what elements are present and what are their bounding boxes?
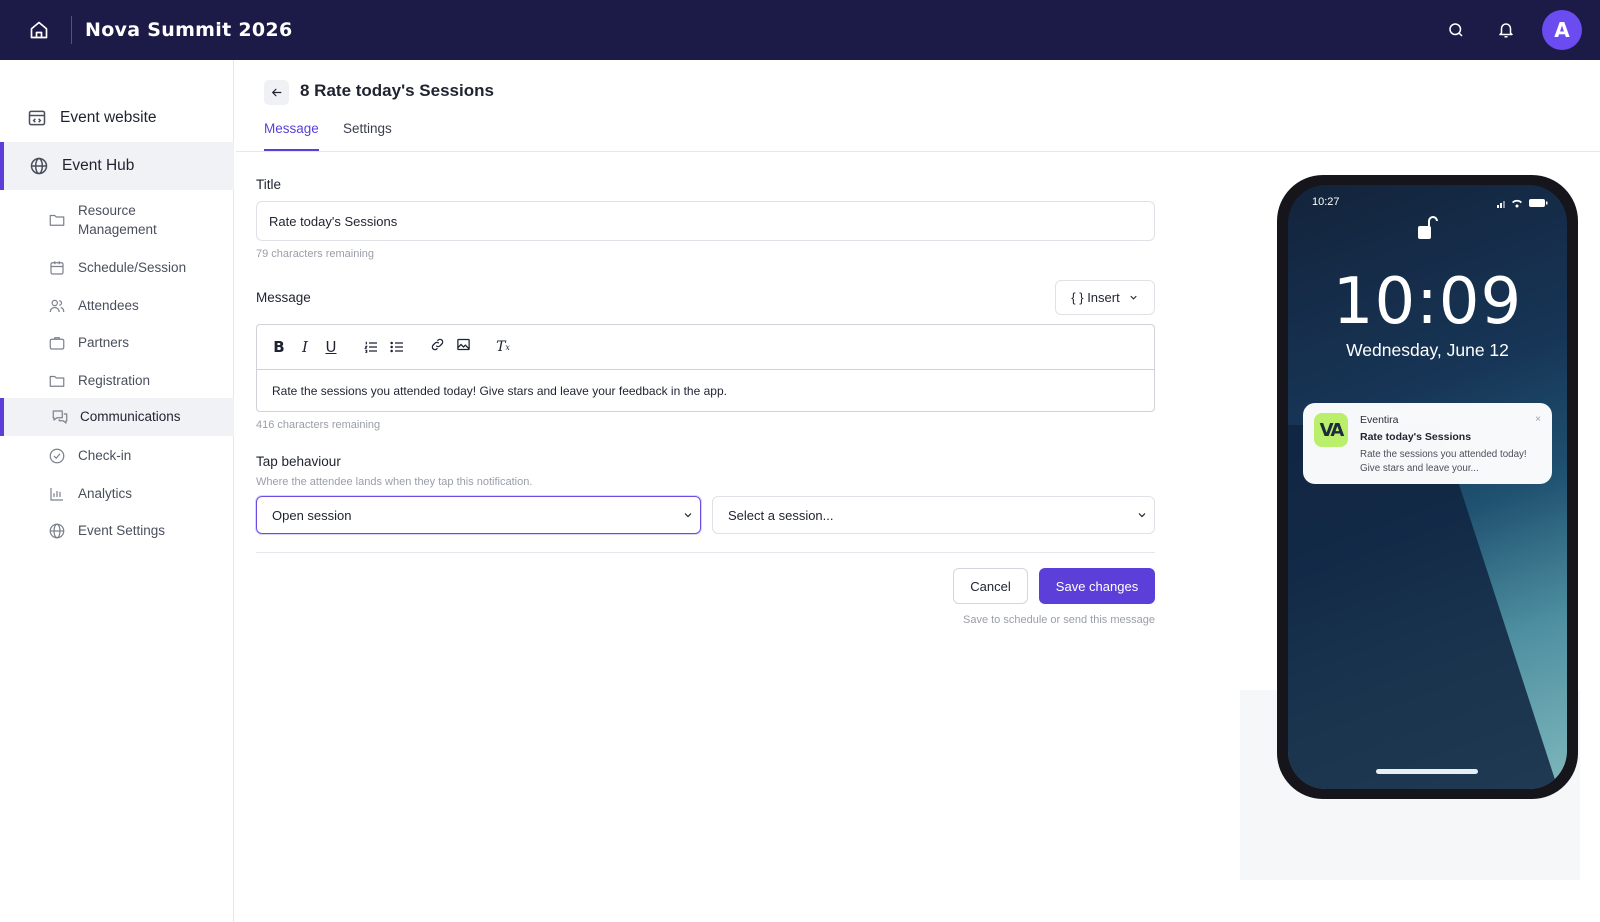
bell-icon bbox=[1499, 23, 1513, 38]
chevron-down-icon bbox=[1138, 513, 1146, 518]
phone-lock-screen: 10:27 10:09 Wednesday, June 12 VA Eventi… bbox=[1288, 185, 1567, 789]
cancel-button[interactable]: Cancel bbox=[953, 568, 1028, 604]
home-icon bbox=[30, 21, 48, 39]
notification-body: Rate the sessions you attended today! Gi… bbox=[1360, 449, 1527, 474]
ordered-list-icon[interactable] bbox=[361, 337, 381, 357]
lock-screen-time: 10:09 bbox=[1332, 265, 1523, 339]
message-editor-content[interactable]: Rate the sessions you attended today! Gi… bbox=[272, 384, 727, 398]
sidebar-item-resource-management[interactable]: Resource Management bbox=[0, 196, 234, 244]
top-bar: Nova Summit 2026 A bbox=[0, 0, 1600, 60]
sidebar-item-event-website[interactable]: Event website bbox=[0, 94, 234, 142]
sidebar: Event website Event Hub Resource Manageme… bbox=[0, 60, 234, 922]
close-icon: × bbox=[1535, 414, 1541, 425]
sidebar-item-registration[interactable]: Registration bbox=[0, 363, 234, 399]
save-changes-button[interactable]: Save changes bbox=[1039, 568, 1155, 604]
sidebar-item-partners[interactable]: Partners bbox=[0, 325, 234, 361]
phone-preview: 10:27 10:09 Wednesday, June 12 VA Eventi… bbox=[1277, 175, 1578, 799]
tap-action-select[interactable]: Open session bbox=[256, 496, 701, 534]
sidebar-item-event-settings[interactable]: Event Settings bbox=[0, 513, 234, 549]
sidebar-item-label: Event website bbox=[60, 109, 157, 126]
search-icon bbox=[1449, 23, 1463, 37]
folder-icon bbox=[49, 375, 65, 387]
link-icon[interactable] bbox=[427, 334, 447, 354]
sidebar-item-label: Resource Management bbox=[78, 203, 157, 237]
bold-icon[interactable]: B bbox=[269, 337, 289, 357]
session-select[interactable]: Select a session... bbox=[712, 496, 1155, 534]
sidebar-item-label: Event Hub bbox=[62, 157, 135, 174]
title-input[interactable]: Rate today's Sessions bbox=[256, 201, 1155, 241]
event-title: Nova Summit 2026 bbox=[85, 19, 293, 41]
message-editor: B I U Tx Rate the sessions you attended … bbox=[256, 324, 1155, 412]
sidebar-item-analytics[interactable]: Analytics bbox=[0, 476, 234, 512]
globe-icon bbox=[49, 523, 65, 539]
user-avatar[interactable]: A bbox=[1542, 10, 1582, 50]
tap-behaviour-label: Tap behaviour bbox=[256, 454, 341, 469]
notification-app-name: Eventira bbox=[1360, 414, 1399, 426]
check-circle-icon bbox=[49, 448, 65, 464]
tab-message[interactable]: Message bbox=[264, 121, 319, 151]
home-indicator bbox=[1376, 769, 1478, 774]
lock-screen-date: Wednesday, June 12 bbox=[1346, 340, 1509, 360]
sidebar-item-label: Communications bbox=[80, 409, 181, 424]
sidebar-item-communications[interactable]: Communications bbox=[0, 398, 234, 436]
tabs-divider bbox=[236, 151, 1600, 152]
notification-title: Rate today's Sessions bbox=[1360, 431, 1472, 443]
form-divider bbox=[256, 552, 1155, 553]
arrow-left-icon bbox=[271, 88, 282, 97]
message-label: Message bbox=[256, 290, 311, 305]
message-char-count: 416 characters remaining bbox=[256, 419, 381, 431]
clear-format-icon[interactable]: Tx bbox=[493, 337, 513, 357]
chevron-down-icon bbox=[1130, 295, 1137, 300]
sidebar-item-check-in[interactable]: Check-in bbox=[0, 438, 234, 474]
save-hint: Save to schedule or send this message bbox=[962, 614, 1155, 626]
underline-icon[interactable]: U bbox=[321, 337, 341, 357]
sidebar-item-label: Event Settings bbox=[78, 523, 166, 538]
editor-toolbar: B I U Tx bbox=[257, 325, 1154, 370]
page-title: 8 Rate today's Sessions bbox=[300, 81, 494, 100]
phone-status-time: 10:27 bbox=[1312, 196, 1340, 208]
website-icon bbox=[28, 110, 46, 126]
folder-icon bbox=[49, 214, 65, 226]
bar-chart-icon bbox=[50, 488, 63, 501]
title-char-count: 79 characters remaining bbox=[256, 248, 375, 260]
back-button[interactable] bbox=[264, 80, 289, 105]
sidebar-item-schedule-session[interactable]: Schedule/Session bbox=[0, 250, 234, 286]
sidebar-item-attendees[interactable]: Attendees bbox=[0, 288, 234, 324]
session-select-placeholder: Select a session... bbox=[728, 507, 834, 523]
chat-icon bbox=[52, 410, 68, 424]
title-label: Title bbox=[256, 177, 282, 192]
tap-behaviour-hint: Where the attendee lands when they tap t… bbox=[256, 476, 533, 488]
sidebar-item-label: Partners bbox=[78, 335, 130, 350]
users-icon bbox=[49, 299, 65, 313]
tap-action-value: Open session bbox=[272, 507, 352, 523]
insert-variable-button[interactable]: { } Insert bbox=[1055, 280, 1155, 315]
italic-icon[interactable]: I bbox=[295, 337, 315, 357]
sidebar-item-label: Schedule/Session bbox=[78, 260, 187, 275]
sidebar-item-event-hub[interactable]: Event Hub bbox=[0, 142, 234, 190]
sidebar-item-label: Registration bbox=[78, 373, 151, 388]
calendar-icon bbox=[50, 261, 64, 275]
topbar-divider bbox=[71, 16, 72, 44]
briefcase-icon bbox=[49, 337, 65, 350]
app-logo: VA bbox=[1314, 413, 1348, 447]
search-button[interactable] bbox=[1438, 12, 1474, 48]
status-icons bbox=[1497, 199, 1548, 208]
notifications-button[interactable] bbox=[1488, 12, 1524, 48]
bullet-list-icon[interactable] bbox=[387, 337, 407, 357]
home-button[interactable] bbox=[15, 6, 63, 54]
insert-label: { } Insert bbox=[1071, 290, 1120, 305]
sidebar-item-label: Check-in bbox=[78, 448, 132, 463]
globe-icon bbox=[30, 157, 48, 175]
image-icon[interactable] bbox=[453, 334, 473, 354]
unlock-icon bbox=[1418, 216, 1438, 239]
sidebar-item-label: Attendees bbox=[78, 298, 139, 313]
push-notification-preview: VA Eventira × Rate today's Sessions Rate… bbox=[1303, 403, 1552, 484]
chevron-down-icon bbox=[684, 513, 692, 518]
tab-settings[interactable]: Settings bbox=[343, 121, 392, 151]
sidebar-item-label: Analytics bbox=[78, 486, 133, 501]
